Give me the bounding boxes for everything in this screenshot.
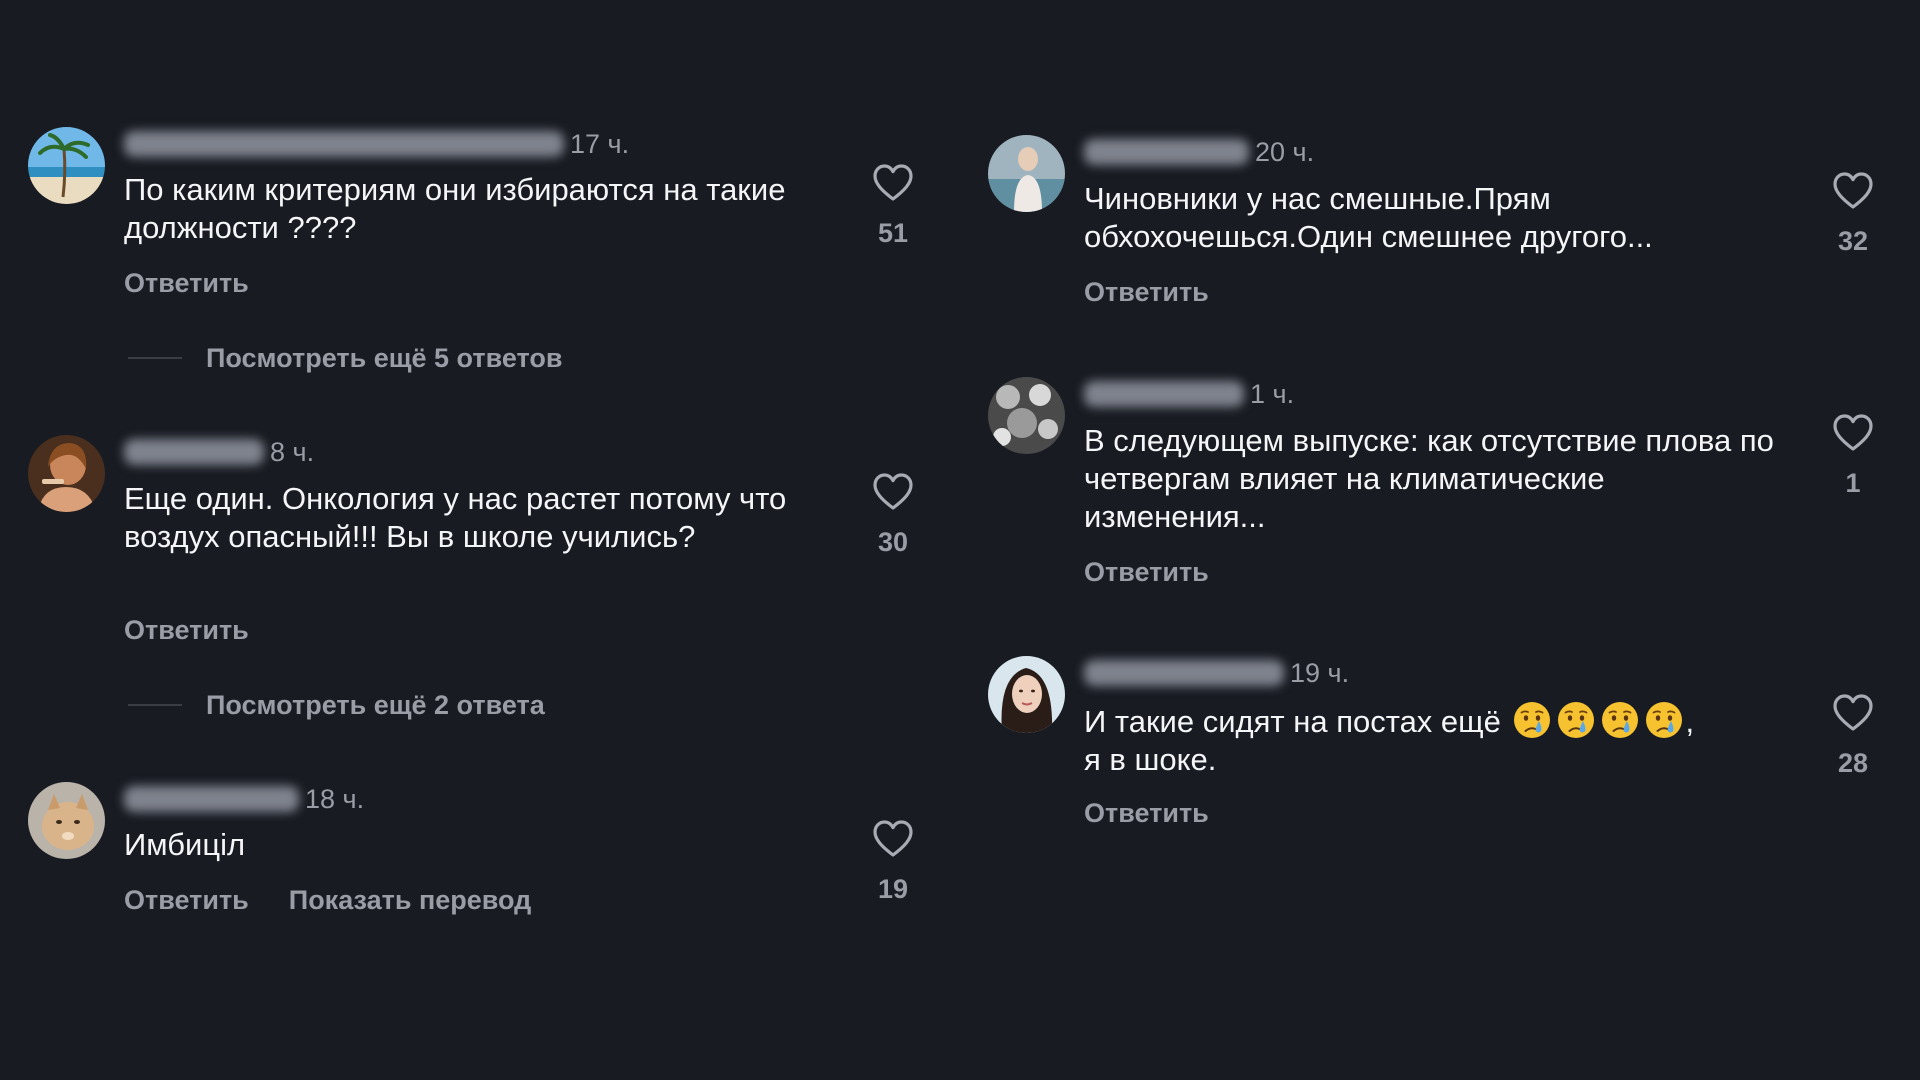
like-control: 28 (1823, 694, 1883, 778)
username-blurred[interactable] (124, 131, 564, 157)
heart-outline-icon[interactable] (873, 820, 913, 858)
avatar[interactable] (988, 656, 1065, 733)
avatar[interactable] (28, 127, 105, 204)
comment-time: 17 ч. (570, 129, 630, 159)
portrait-avatar-image (988, 656, 1065, 733)
crying-face-icon (1644, 700, 1684, 740)
reply-button[interactable]: Ответить (124, 883, 249, 917)
comment-text-start: И такие сидят на постах ещё (1084, 704, 1501, 739)
comment-actions: Ответить (124, 613, 249, 647)
view-more-replies[interactable]: Посмотреть ещё 5 ответов (128, 341, 562, 375)
comment-time: 8 ч. (270, 437, 315, 467)
like-control: 1 (1823, 414, 1883, 498)
reply-button[interactable]: Ответить (124, 613, 249, 647)
like-control: 51 (863, 164, 923, 248)
comment-actions: Ответить (1084, 796, 1209, 830)
avatar[interactable] (988, 377, 1065, 454)
view-more-replies[interactable]: Посмотреть ещё 2 ответа (128, 688, 545, 722)
avatar[interactable] (28, 782, 105, 859)
username-blurred[interactable] (124, 439, 264, 465)
animal-avatar-image (28, 782, 105, 859)
like-control: 19 (863, 820, 923, 904)
like-count: 51 (877, 218, 909, 248)
reply-button[interactable]: Ответить (1084, 275, 1209, 309)
view-more-replies-label: Посмотреть ещё 5 ответов (206, 343, 563, 373)
like-count: 19 (877, 874, 909, 904)
comment-actions: Ответить (1084, 275, 1209, 309)
heart-outline-icon[interactable] (1833, 172, 1873, 210)
show-translation-button[interactable]: Показать перевод (289, 883, 532, 917)
comments-column-right: 20 ч. Чиновники у нас смешные.Прям обхох… (988, 0, 1908, 1080)
comment-text: По каким критериям они избираются на так… (124, 172, 786, 245)
comment-time: 19 ч. (1290, 658, 1350, 688)
comment-meta: 1 ч. (1084, 377, 1294, 411)
reply-button[interactable]: Ответить (1084, 555, 1209, 589)
comment-time: 20 ч. (1255, 137, 1315, 167)
avatar[interactable] (988, 135, 1065, 212)
like-count: 1 (1845, 468, 1861, 498)
comment-text: Имбицiл (124, 827, 246, 862)
comment-text-end: я в шоке. (1084, 742, 1217, 777)
comment-text: Чиновники у нас смешные.Прям обхохочешьс… (1084, 181, 1653, 254)
thread-line (128, 357, 182, 359)
like-control: 32 (1823, 172, 1883, 256)
heart-outline-icon[interactable] (1833, 694, 1873, 732)
like-count: 32 (1837, 226, 1869, 256)
like-count: 30 (877, 527, 909, 557)
comment-text: Еще один. Онкология у нас растет потому … (124, 481, 787, 554)
comment-meta: 19 ч. (1084, 656, 1349, 690)
heart-outline-icon[interactable] (873, 164, 913, 202)
comment-meta: 17 ч. (124, 127, 629, 161)
comment-actions: Ответить (1084, 555, 1209, 589)
comment-actions: Ответить Показать перевод (124, 883, 531, 917)
comment-meta: 8 ч. (124, 435, 314, 469)
comment-text-punct: , (1685, 704, 1695, 739)
crying-face-icon (1512, 700, 1552, 740)
comment-actions: Ответить (124, 266, 249, 300)
heart-outline-icon[interactable] (1833, 414, 1873, 452)
comment-text: И такие сидят на постах ещё , я в шоке. (1084, 700, 1784, 779)
heart-outline-icon[interactable] (873, 473, 913, 511)
comment-meta: 18 ч. (124, 782, 364, 816)
monochrome-avatar-image (988, 377, 1065, 454)
portrait-avatar-image (28, 435, 105, 512)
crying-face-icon (1556, 700, 1596, 740)
comment-time: 18 ч. (305, 784, 365, 814)
username-blurred[interactable] (1084, 139, 1249, 165)
comments-column-left: 17 ч. По каким критериям они избираются … (28, 0, 948, 1080)
person-avatar-image (988, 135, 1065, 212)
beach-palm-avatar-image (28, 127, 105, 204)
reply-button[interactable]: Ответить (124, 266, 249, 300)
thread-line (128, 704, 182, 706)
username-blurred[interactable] (1084, 381, 1244, 407)
view-more-replies-label: Посмотреть ещё 2 ответа (206, 690, 545, 720)
reply-button[interactable]: Ответить (1084, 796, 1209, 830)
crying-face-icon (1600, 700, 1640, 740)
username-blurred[interactable] (1084, 660, 1284, 686)
username-blurred[interactable] (124, 786, 299, 812)
comment-time: 1 ч. (1250, 379, 1295, 409)
avatar[interactable] (28, 435, 105, 512)
comment-text: В следующем выпуске: как отсутствие плов… (1084, 423, 1774, 534)
comment-meta: 20 ч. (1084, 135, 1314, 169)
like-control: 30 (863, 473, 923, 557)
like-count: 28 (1837, 748, 1869, 778)
